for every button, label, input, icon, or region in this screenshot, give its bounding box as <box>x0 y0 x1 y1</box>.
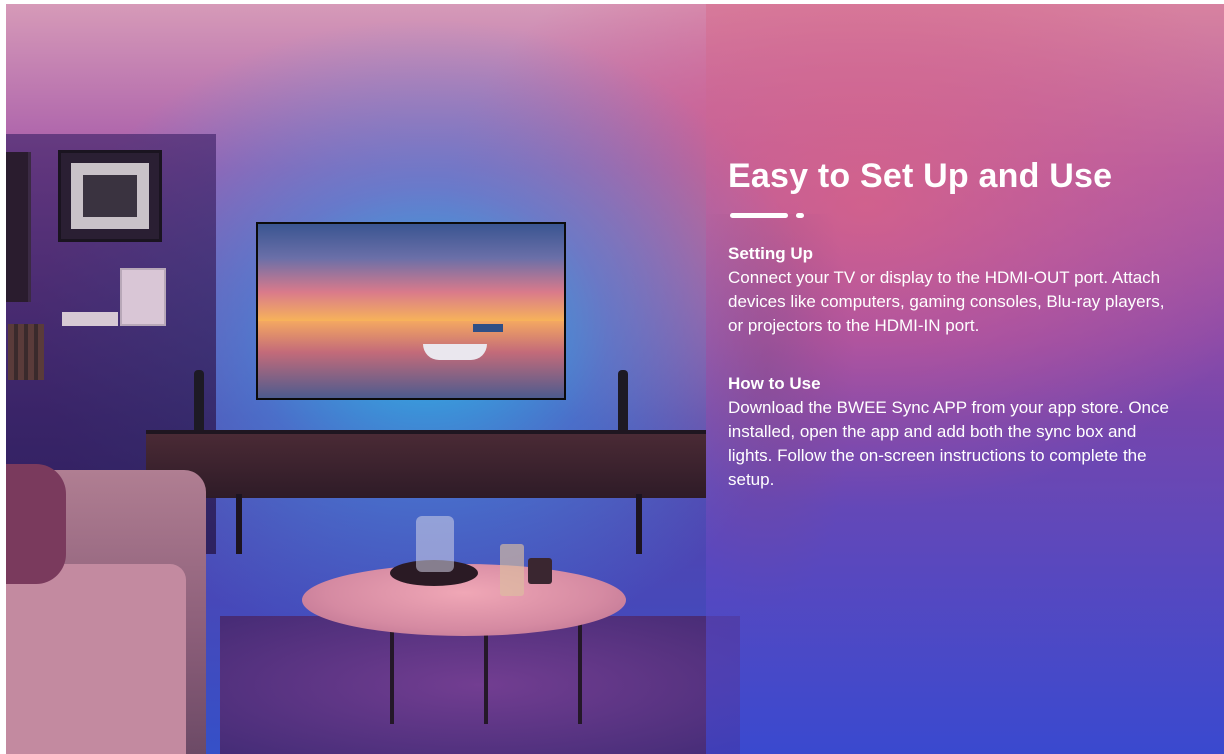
rug <box>220 616 740 754</box>
pillow <box>6 464 66 584</box>
product-banner: Easy to Set Up and Use Setting Up Connec… <box>6 4 1224 754</box>
title-divider <box>728 210 1208 220</box>
wall-shelf <box>62 312 118 326</box>
section-how-to-use: How to Use Download the BWEE Sync APP fr… <box>728 372 1208 492</box>
section-heading: How to Use <box>728 374 821 393</box>
picture-frame-edge <box>6 152 31 302</box>
bookshelf <box>8 324 44 380</box>
boat-small <box>473 324 503 332</box>
tv-console <box>146 430 706 498</box>
boat <box>423 344 487 360</box>
copy-block: Easy to Set Up and Use Setting Up Connec… <box>728 154 1208 492</box>
sofa-seat <box>6 564 186 754</box>
console-leg <box>636 494 642 554</box>
glass-jar <box>416 516 454 572</box>
page-title: Easy to Set Up and Use <box>728 157 1113 195</box>
small-framed-picture <box>120 268 166 326</box>
section-body: Connect your TV or display to the HDMI-O… <box>728 268 1165 335</box>
section-body: Download the BWEE Sync APP from your app… <box>728 398 1169 489</box>
table-leg <box>578 624 582 724</box>
section-setting-up: Setting Up Connect your TV or display to… <box>728 242 1208 338</box>
framed-picture <box>58 150 162 242</box>
section-heading: Setting Up <box>728 244 813 263</box>
tv-screen <box>256 222 566 400</box>
table-leg <box>390 624 394 724</box>
console-leg <box>236 494 242 554</box>
drinking-glass <box>500 544 524 596</box>
cup <box>528 558 552 584</box>
table-leg <box>484 624 488 724</box>
